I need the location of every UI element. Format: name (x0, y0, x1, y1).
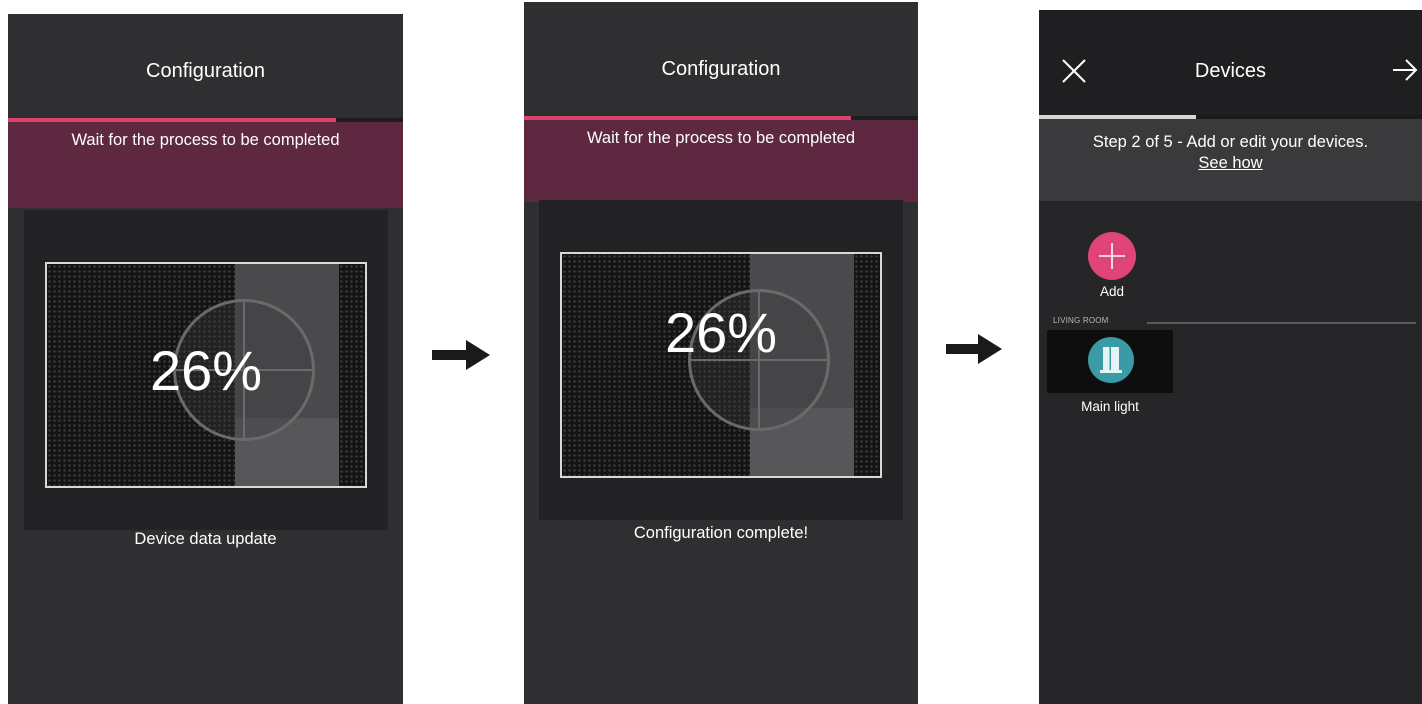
step-banner: Step 2 of 5 - Add or edit your devices. … (1039, 119, 1422, 201)
light-icon (1100, 347, 1122, 373)
progress-percentage: 26% (149, 339, 263, 402)
step-text: Step 2 of 5 - Add or edit your devices. (1092, 133, 1369, 151)
right-arrow-icon (432, 340, 490, 370)
status-banner: Wait for the process to be completed (524, 120, 918, 202)
see-how-link[interactable]: See how (1039, 154, 1422, 173)
right-arrow-icon (946, 334, 1002, 364)
progress-caption: Device data update (134, 530, 277, 548)
devices-screen: Devices Step 2 of 5 - Add or edit your d… (1039, 10, 1422, 704)
status-banner: Wait for the process to be completed (8, 122, 403, 208)
device-label: Main light (1081, 399, 1139, 414)
room-header-label: LIVING ROOM (1053, 316, 1109, 325)
add-device-button[interactable] (1088, 232, 1136, 280)
add-label: Add (1099, 284, 1125, 299)
device-icon-button[interactable] (1088, 337, 1134, 383)
progress-panel: 26% (24, 210, 388, 530)
plus-icon (1099, 243, 1125, 269)
screen-title: Configuration (146, 60, 265, 82)
configuration-screen-updating: Configuration Wait for the process to be… (8, 14, 403, 704)
monitor-illustration (560, 252, 882, 478)
configuration-screen-complete: Configuration Wait for the process to be… (524, 2, 918, 704)
screen-title: Devices (1194, 60, 1267, 82)
status-banner-text: Wait for the process to be completed (71, 131, 340, 149)
progress-caption: Configuration complete! (633, 524, 809, 542)
progress-panel: 26% (539, 200, 903, 520)
status-banner-text: Wait for the process to be completed (586, 129, 856, 147)
progress-percentage: 26% (664, 301, 778, 364)
room-divider (1147, 322, 1416, 324)
arrow-right-icon[interactable] (1392, 58, 1418, 82)
screen-title: Configuration (661, 58, 781, 80)
